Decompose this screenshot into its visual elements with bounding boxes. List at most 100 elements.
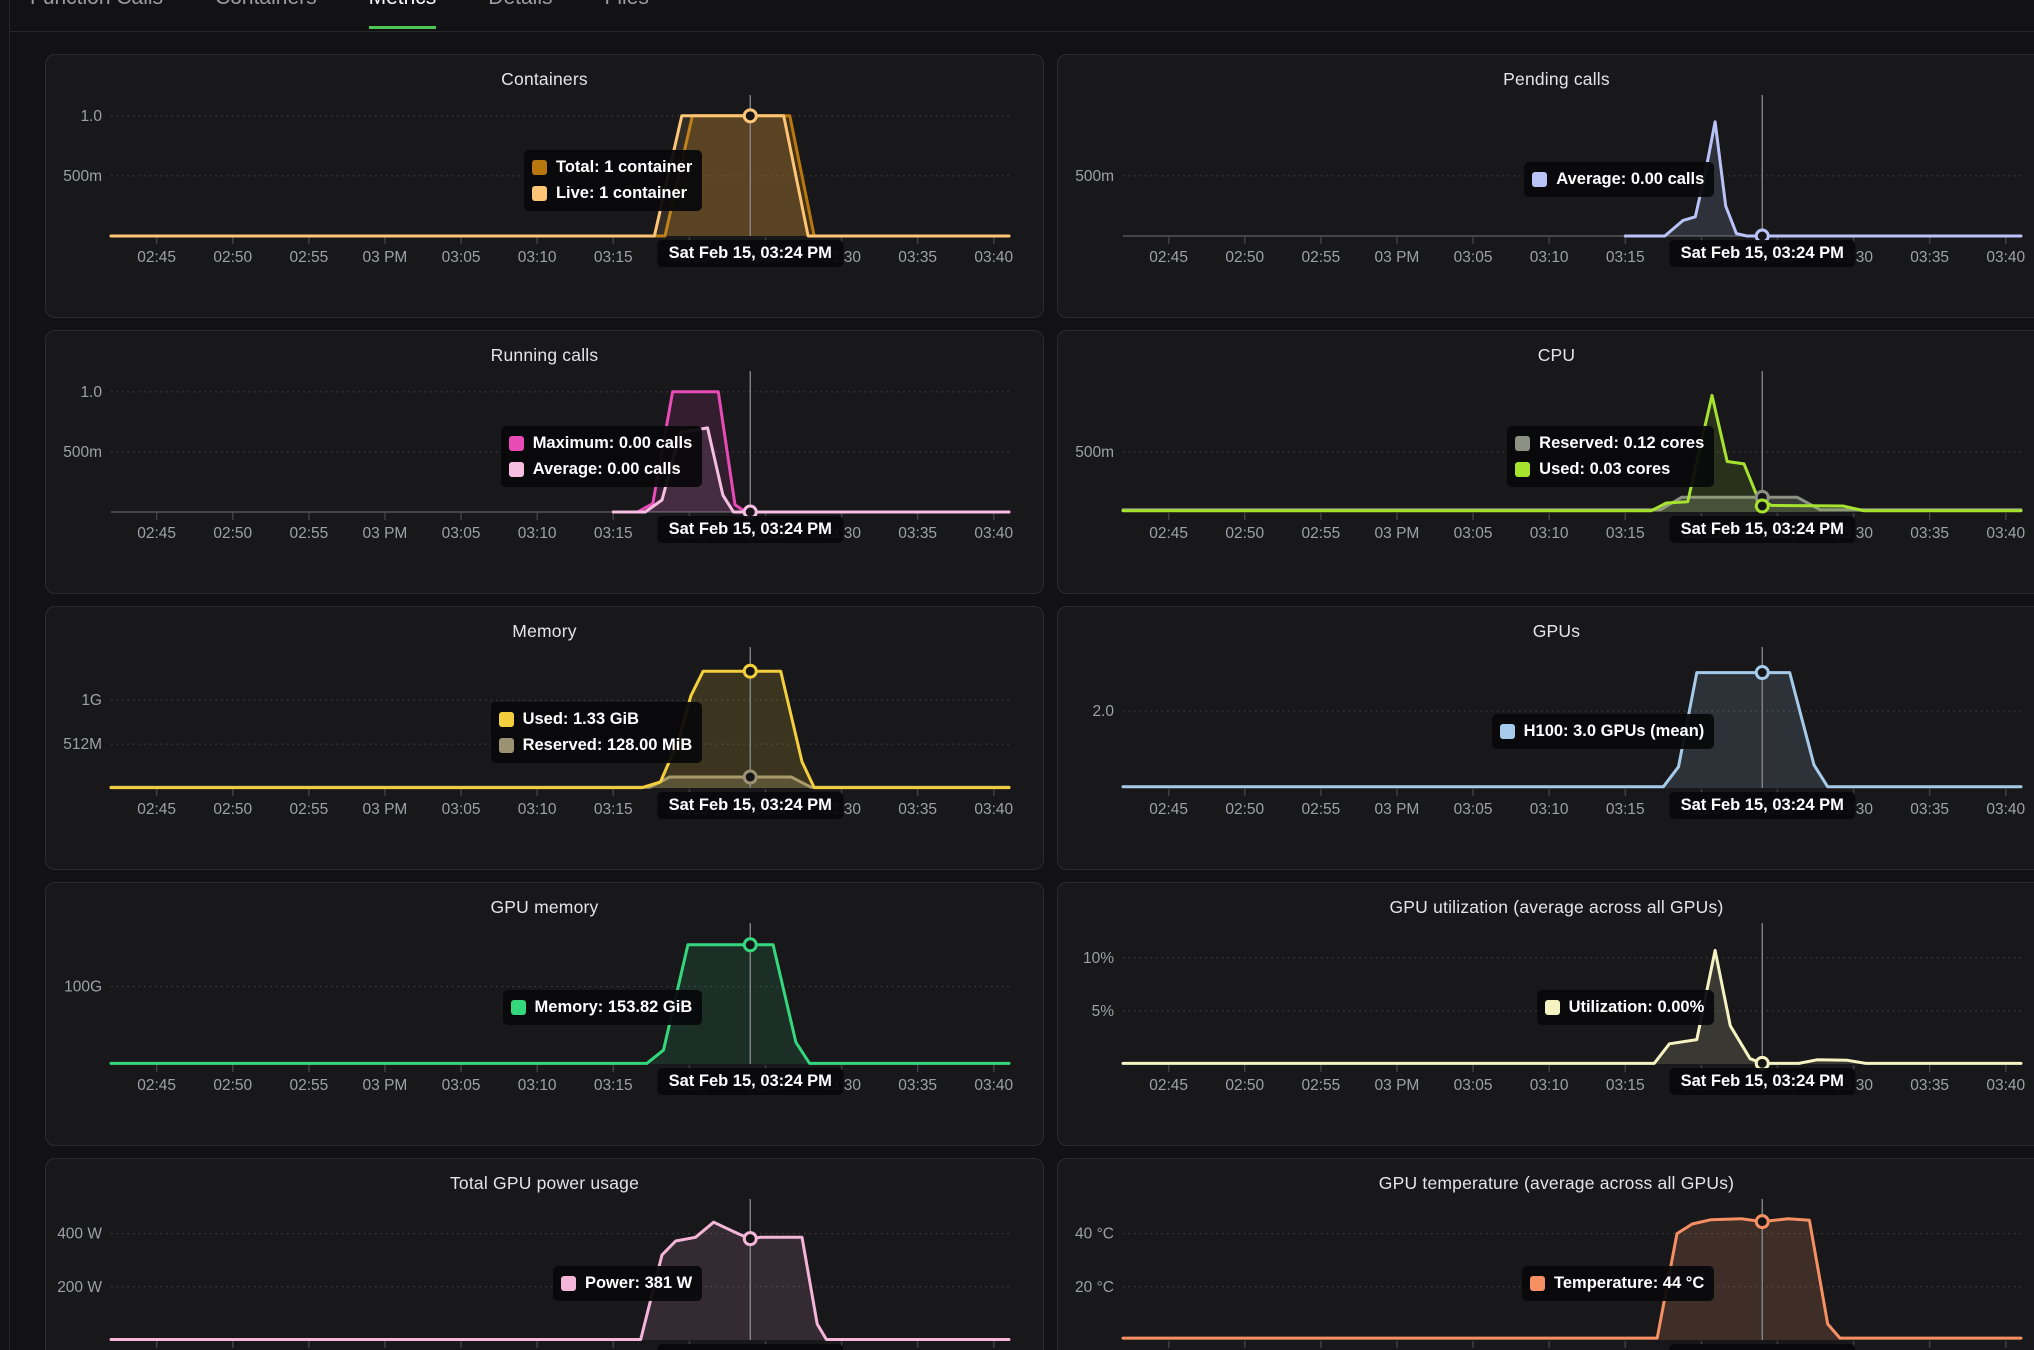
cursor-timestamp: Sat Feb 15, 03:24 PM [1670, 1344, 1855, 1350]
x-axis-label: 02:45 [1149, 801, 1188, 818]
x-axis-label: 03:15 [1606, 1077, 1645, 1094]
tooltip-value-text: Utilization: 0.00% [1569, 998, 1705, 1017]
charts-grid: Containers1.0500m02:4502:5002:5503 PM03:… [45, 54, 2034, 1350]
chart-panel-containers: Containers1.0500m02:4502:5002:5503 PM03:… [45, 54, 1044, 318]
x-axis-label: 03:40 [974, 249, 1013, 266]
series-line-reserved [111, 777, 1009, 787]
x-axis-label: 02:50 [1225, 1077, 1264, 1094]
chart-tooltip: Total: 1 containerLive: 1 container [524, 150, 702, 211]
y-axis-label: 500m [1075, 168, 1114, 185]
tooltip-row: Reserved: 0.12 cores [1515, 430, 1704, 456]
y-axis-label: 1G [81, 692, 102, 709]
x-axis-label: 02:50 [1225, 525, 1264, 542]
x-axis-label: 02:55 [1301, 1077, 1340, 1094]
series-color-chip [1515, 462, 1530, 477]
x-axis-label: 02:55 [1301, 249, 1340, 266]
chart-panel-cpu: CPU500m02:4502:5002:5503 PM03:0503:1003:… [1057, 330, 2034, 594]
cursor-timestamp: Sat Feb 15, 03:24 PM [1670, 792, 1855, 819]
y-axis-label: 40 °C [1075, 1226, 1114, 1243]
tooltip-row: Utilization: 0.00% [1545, 994, 1705, 1020]
cursor-marker [744, 939, 756, 951]
x-axis-label: 02:45 [1149, 1077, 1188, 1094]
y-axis-label: 20 °C [1075, 1279, 1114, 1296]
chart-panel-gpu-memory: GPU memory100G02:4502:5002:5503 PM03:050… [45, 882, 1044, 1146]
x-axis-label: 03:40 [1986, 801, 2025, 818]
tooltip-row: H100: 3.0 GPUs (mean) [1500, 718, 1705, 744]
x-axis-label: 02:50 [213, 801, 252, 818]
tab-containers[interactable]: Containers [215, 0, 317, 29]
x-axis-label: 03:15 [1606, 249, 1645, 266]
metrics-dashboard: Function Calls Containers Metrics Details Fi… [0, 0, 2034, 1350]
tab-metrics[interactable]: Metrics [369, 0, 437, 29]
tab-function-calls[interactable]: Function Calls [30, 0, 163, 29]
x-axis-label: 03:10 [518, 249, 557, 266]
tooltip-value-text: Reserved: 0.12 cores [1539, 434, 1704, 453]
cursor-marker [744, 1233, 756, 1245]
series-color-chip [1515, 436, 1530, 451]
tooltip-row: Temperature: 44 °C [1530, 1270, 1704, 1296]
chart-panel-gpu-temperature: GPU temperature (average across all GPUs… [1057, 1158, 2034, 1350]
tooltip-value-text: Used: 1.33 GiB [523, 710, 639, 729]
chart-tooltip: Power: 381 W [553, 1266, 702, 1301]
x-axis-label: 03:15 [1606, 525, 1645, 542]
y-axis-label: 400 W [57, 1226, 102, 1243]
x-axis-label: 03:40 [974, 1077, 1013, 1094]
x-axis-label: 03:35 [898, 1077, 937, 1094]
series-color-chip [1532, 172, 1547, 187]
cursor-timestamp: Sat Feb 15, 03:24 PM [658, 516, 843, 543]
chart-tooltip: Temperature: 44 °C [1522, 1266, 1714, 1301]
tooltip-value-text: Total: 1 container [556, 158, 692, 177]
y-axis-label: 500m [63, 168, 102, 185]
cursor-timestamp: Sat Feb 15, 03:24 PM [1670, 1068, 1855, 1095]
x-axis-label: 03:15 [594, 249, 633, 266]
chart-panel-gpu-power: Total GPU power usage400 W200 W02:4502:5… [45, 1158, 1044, 1350]
x-axis-label: 03 PM [363, 525, 408, 542]
x-axis-label: 03 PM [1375, 249, 1420, 266]
series-color-chip [509, 462, 524, 477]
x-axis-label: 03:15 [1606, 801, 1645, 818]
x-axis-label: 03:10 [518, 801, 557, 818]
x-axis-label: 03:40 [1986, 525, 2025, 542]
tooltip-row: Average: 0.00 calls [509, 456, 681, 482]
y-axis-label: 512M [63, 736, 102, 753]
y-axis-label: 5% [1092, 1003, 1115, 1020]
x-axis-label: 03 PM [1375, 1077, 1420, 1094]
cursor-marker [1756, 500, 1768, 512]
x-axis-label: 03 PM [1375, 801, 1420, 818]
x-axis-label: 02:45 [137, 1077, 176, 1094]
y-axis-label: 500m [1075, 444, 1114, 461]
x-axis-label: 03:15 [594, 525, 633, 542]
x-axis-label: 03:10 [1530, 801, 1569, 818]
x-axis-label: 03:40 [1986, 1077, 2025, 1094]
tooltip-value-text: Average: 0.00 calls [533, 460, 681, 479]
x-axis-label: 03:05 [442, 249, 481, 266]
tab-bar: Function Calls Containers Metrics Details Fi… [30, 0, 649, 29]
chart-tooltip: Utilization: 0.00% [1537, 990, 1715, 1025]
x-axis-label: 02:50 [213, 1077, 252, 1094]
cursor-marker [744, 771, 756, 783]
x-axis-label: 03:10 [1530, 1077, 1569, 1094]
tooltip-row: Memory: 153.82 GiB [511, 994, 693, 1020]
x-axis-label: 03:05 [442, 801, 481, 818]
chart-canvas-gpu-temperature[interactable]: 40 °C20 °C02:4502:5002:5503 PM03:0503:10… [1058, 1159, 2034, 1350]
tab-details[interactable]: Details [488, 0, 552, 29]
x-axis-label: 03:35 [898, 249, 937, 266]
y-axis-label: 10% [1083, 950, 1114, 967]
x-axis-label: 02:55 [1301, 801, 1340, 818]
x-axis-label: 02:45 [137, 249, 176, 266]
y-axis-label: 100G [64, 979, 102, 996]
x-axis-label: 03:15 [594, 801, 633, 818]
tooltip-row: Used: 1.33 GiB [499, 706, 639, 732]
chart-canvas-gpu-power[interactable]: 400 W200 W02:4502:5002:5503 PM03:0503:10… [46, 1159, 1044, 1350]
chart-tooltip: Maximum: 0.00 calls Average: 0.00 calls [501, 426, 703, 487]
tab-files[interactable]: Files [605, 0, 649, 29]
series-color-chip [1500, 724, 1515, 739]
y-axis-label: 1.0 [80, 384, 102, 401]
x-axis-label: 03:40 [974, 801, 1013, 818]
x-axis-label: 03:05 [442, 1077, 481, 1094]
cursor-timestamp: Sat Feb 15, 03:24 PM [1670, 240, 1855, 267]
x-axis-label: 03:05 [442, 525, 481, 542]
tooltip-value-text: Maximum: 0.00 calls [533, 434, 693, 453]
tab-bar-divider [10, 31, 2034, 32]
series-line-reserved [1123, 497, 2021, 510]
